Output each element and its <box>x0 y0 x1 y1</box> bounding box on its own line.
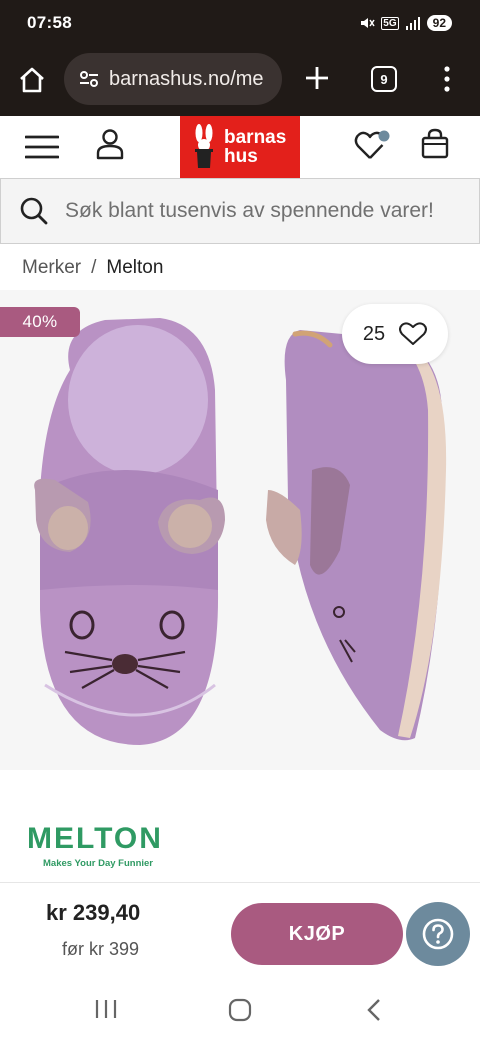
url-text: barnashus.no/me <box>109 67 264 90</box>
address-bar[interactable]: barnashus.no/me <box>64 53 282 105</box>
back-icon[interactable] <box>364 998 384 1022</box>
like-button[interactable]: 25 <box>342 304 448 364</box>
price-bar: kr 239,40 før kr 399 KJØP <box>0 882 480 978</box>
site-header: barnas hus <box>0 116 480 178</box>
heart-outline-icon <box>399 322 428 345</box>
help-button[interactable] <box>406 902 470 966</box>
shoe-side <box>266 330 447 741</box>
status-time: 07:58 <box>27 13 72 32</box>
brand-name: MELTON <box>27 822 163 855</box>
mute-icon <box>361 18 375 28</box>
nav-home-icon[interactable] <box>228 998 252 1022</box>
price-current: kr 239,40 <box>46 900 141 925</box>
tabs-icon[interactable]: 9 <box>371 66 397 92</box>
network-label: 5G <box>381 16 399 30</box>
browser-toolbar: barnashus.no/me 9 <box>0 46 480 116</box>
breadcrumb-melton: Melton <box>106 257 164 278</box>
search-input[interactable] <box>65 199 475 223</box>
bunny-logo-icon <box>195 124 213 168</box>
like-count: 25 <box>362 322 386 345</box>
status-bar: 07:58 5G 92 <box>0 0 480 46</box>
system-nav-bar <box>0 978 480 1040</box>
home-icon[interactable] <box>16 64 48 96</box>
logo-text-2: hus <box>224 146 258 167</box>
breadcrumb: Merker / Melton <box>22 257 163 279</box>
plus-icon[interactable] <box>303 64 331 92</box>
discount-badge: 40% <box>0 307 80 337</box>
breadcrumb-merker[interactable]: Merker <box>22 257 81 279</box>
site-logo[interactable]: barnas hus <box>180 116 300 178</box>
buy-button[interactable]: KJØP <box>231 903 403 965</box>
search-box[interactable] <box>0 178 480 244</box>
logo-text-1: barnas <box>224 127 287 148</box>
breadcrumb-separator: / <box>91 257 97 278</box>
price-before: før kr 399 <box>62 939 140 959</box>
search-icon <box>20 197 48 225</box>
battery-level: 92 <box>426 15 452 31</box>
bag-icon[interactable] <box>420 128 450 160</box>
heart-icon[interactable] <box>354 128 390 162</box>
brand-logo[interactable]: MELTON Makes Your Day Funnier <box>27 822 163 869</box>
brand-tagline: Makes Your Day Funnier <box>43 858 153 869</box>
user-icon[interactable] <box>95 128 125 160</box>
shoe-front <box>34 318 225 745</box>
hamburger-icon[interactable] <box>25 134 59 160</box>
signal-icon <box>405 17 420 30</box>
more-icon[interactable] <box>437 64 457 94</box>
tune-icon[interactable] <box>78 68 100 90</box>
status-indicators: 5G 92 <box>359 15 452 31</box>
recent-apps-icon[interactable] <box>93 998 119 1020</box>
help-icon <box>422 918 454 950</box>
